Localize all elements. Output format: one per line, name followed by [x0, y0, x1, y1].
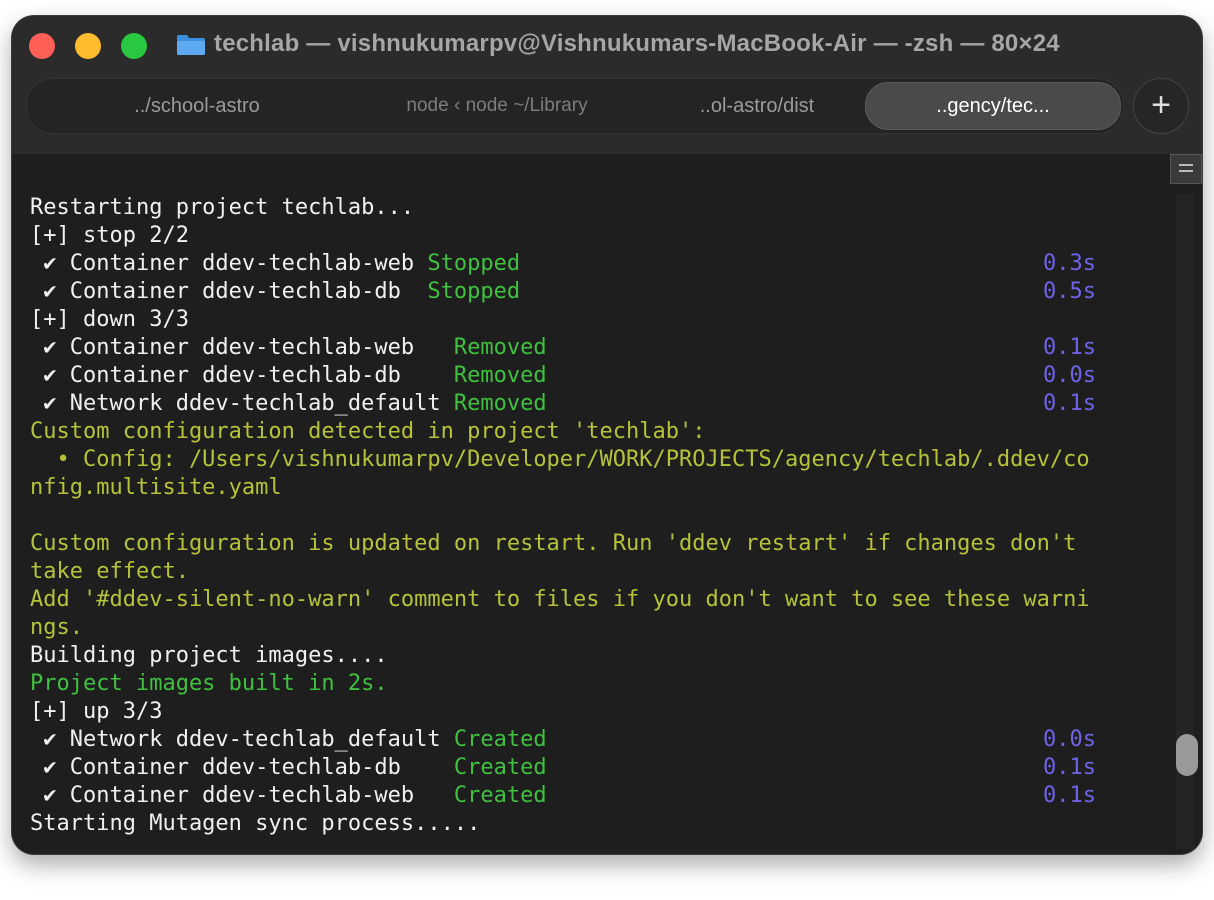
tab-school-astro-dist[interactable]: ..ol-astro/dist [627, 79, 887, 133]
output-line: ✔ Container ddev-techlab-db Removed 0.0s [30, 363, 1096, 388]
minimize-window-button[interactable] [75, 33, 101, 59]
output-line: ✔ Container ddev-techlab-web Stopped 0.3s [30, 251, 1096, 276]
timing-value: 0.0s [1043, 363, 1096, 388]
tab-bar: ../school-astro node ‹ node ~/Library ..… [26, 78, 1124, 134]
warning-line: Custom configuration detected in project… [30, 419, 706, 444]
output-line: [+] stop 2/2 [30, 223, 189, 248]
warning-line: nfig.multisite.yaml [30, 475, 282, 500]
output-line: Starting Mutagen sync process..... [30, 811, 481, 836]
folder-icon [177, 35, 205, 55]
terminal-window: techlab — vishnukumarpv@Vishnukumars-Mac… [12, 16, 1202, 854]
tab-node-library[interactable]: node ‹ node ~/Library [367, 79, 627, 133]
timing-value: 0.1s [1043, 783, 1096, 808]
terminal-output[interactable]: Restarting project techlab... [+] stop 2… [12, 154, 1202, 854]
timing-value: 0.3s [1043, 251, 1096, 276]
output-line: ✔ Container ddev-techlab-web Created 0.1s [30, 783, 1096, 808]
warning-line: Custom configuration is updated on resta… [30, 531, 1077, 556]
timing-value: 0.1s [1043, 755, 1096, 780]
output-line: ✔ Container ddev-techlab-db Stopped 0.5s [30, 279, 1096, 304]
window-title: techlab — vishnukumarpv@Vishnukumars-Mac… [214, 30, 1060, 57]
warning-line: ngs. [30, 615, 83, 640]
output-line: ✔ Network ddev-techlab_default Removed 0.… [30, 391, 1096, 416]
timing-value: 0.0s [1043, 727, 1096, 752]
success-line: Project images built in 2s. [30, 671, 388, 696]
warning-line: Add '#ddev-silent-no-warn' comment to fi… [30, 587, 1090, 612]
output-line: ✔ Network ddev-techlab_default Created 0.… [30, 727, 1096, 752]
output-line: Building project images.... [30, 643, 388, 668]
tab-agency-techlab[interactable]: ..gency/tec... [865, 82, 1121, 130]
title-bar: techlab — vishnukumarpv@Vishnukumars-Mac… [12, 16, 1202, 154]
timing-value: 0.5s [1043, 279, 1096, 304]
output-line: ✔ Container ddev-techlab-web Removed 0.1s [30, 335, 1096, 360]
timing-value: 0.1s [1043, 391, 1096, 416]
split-pane-icon[interactable] [1170, 154, 1202, 184]
zoom-window-button[interactable] [121, 33, 147, 59]
output-line: [+] down 3/3 [30, 307, 189, 332]
output-line: ✔ Container ddev-techlab-db Created 0.1s [30, 755, 1096, 780]
new-tab-button[interactable]: + [1133, 78, 1189, 134]
scrollbar-thumb[interactable] [1176, 734, 1198, 776]
close-window-button[interactable] [29, 33, 55, 59]
timing-value: 0.1s [1043, 335, 1096, 360]
tab-school-astro[interactable]: ../school-astro [47, 79, 347, 133]
warning-line: take effect. [30, 559, 189, 584]
output-line: Restarting project techlab... [30, 195, 415, 220]
warning-line: • Config: /Users/vishnukumarpv/Developer… [30, 447, 1090, 472]
output-line: [+] up 3/3 [30, 699, 163, 724]
